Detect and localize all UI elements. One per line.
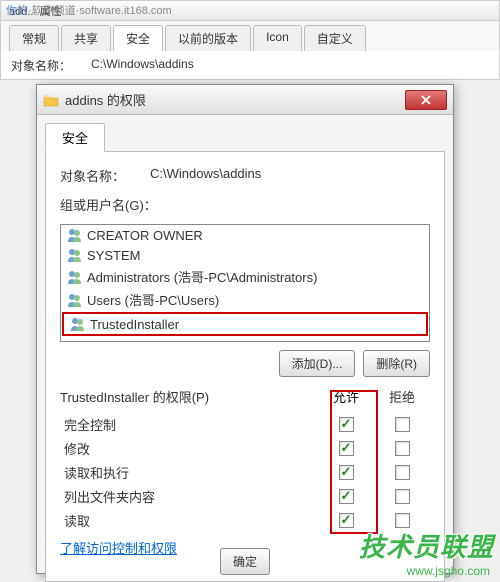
users-icon [70,316,86,332]
list-item-label: SYSTEM [87,248,140,263]
list-item-label: Users (浩哥-PC\Users) [87,290,219,309]
deny-checkbox[interactable] [395,513,410,528]
properties-tabs: 常规 共享 安全 以前的版本 Icon 自定义 [1,21,499,51]
allow-checkbox[interactable] [339,441,354,456]
list-item-label: CREATOR OWNER [87,228,203,243]
perm-name: 完全控制 [60,415,318,434]
users-icon [67,269,83,285]
tab-custom[interactable]: 自定义 [304,25,366,51]
users-list[interactable]: CREATOR OWNER SYSTEM Administrators (浩哥-… [60,224,430,342]
back-objname-label: 对象名称： [11,57,71,74]
tab-general[interactable]: 常规 [9,25,59,51]
perm-row: 修改 [60,436,430,460]
back-objname-value: C:\Windows\addins [91,57,194,74]
list-item[interactable]: Users (浩哥-PC\Users) [61,288,429,311]
objname-label: 对象名称： [60,166,150,185]
users-icon [67,292,83,308]
list-item[interactable]: SYSTEM [61,245,429,265]
perm-name: 修改 [60,439,318,458]
users-icon [67,227,83,243]
permissions-label: TrustedInstaller 的权限(P) [60,387,318,406]
close-icon [421,95,431,105]
watermark-green-url: www.jsgho.com [407,564,490,578]
ok-button[interactable]: 确定 [220,548,270,575]
permissions-table: 完全控制 修改 读取和执行 列出文件夹内容 [60,412,430,532]
watermark-green: 技术员联盟 [359,527,494,564]
dialog-titlebar: addins 的权限 [37,85,453,115]
permissions-dialog: addins 的权限 安全 对象名称： C:\Windows\addins 组或… [36,84,454,574]
allow-checkbox[interactable] [339,489,354,504]
dialog-tab-security[interactable]: 安全 [45,123,105,152]
remove-button[interactable]: 删除(R) [363,350,430,377]
allow-checkbox[interactable] [339,417,354,432]
tab-previous-versions[interactable]: 以前的版本 [165,25,251,51]
perm-name: 读取 [60,511,318,530]
list-item-selected[interactable]: TrustedInstaller [62,312,428,336]
list-item[interactable]: CREATOR OWNER [61,225,429,245]
folder-icon [43,93,59,107]
perm-name: 列出文件夹内容 [60,487,318,506]
deny-checkbox[interactable] [395,417,410,432]
list-item-label: Administrators (浩哥-PC\Administrators) [87,267,317,286]
groups-label: 组或用户名(G)： [60,195,157,214]
add-button[interactable]: 添加(D)... [279,350,356,377]
perm-name: 读取和执行 [60,463,318,482]
allow-checkbox[interactable] [339,513,354,528]
watermark-top-left: 你的·软件频道·software.it168.com [6,2,172,18]
perm-row: 列出文件夹内容 [60,484,430,508]
list-item[interactable]: Administrators (浩哥-PC\Administrators) [61,265,429,288]
deny-checkbox[interactable] [395,489,410,504]
tab-security[interactable]: 安全 [113,25,163,51]
allow-column-header: 允许 [318,387,374,406]
deny-column-header: 拒绝 [374,387,430,406]
close-button[interactable] [405,90,447,110]
security-panel: 对象名称： C:\Windows\addins 组或用户名(G)： CREATO… [45,152,445,582]
list-item-label: TrustedInstaller [90,317,179,332]
allow-checkbox[interactable] [339,465,354,480]
users-icon [67,247,83,263]
perm-row: 读取和执行 [60,460,430,484]
tab-sharing[interactable]: 共享 [61,25,111,51]
deny-checkbox[interactable] [395,465,410,480]
objname-value: C:\Windows\addins [150,166,430,185]
perm-row: 完全控制 [60,412,430,436]
tab-icon[interactable]: Icon [253,25,302,51]
dialog-title-text: addins 的权限 [65,90,146,109]
deny-checkbox[interactable] [395,441,410,456]
